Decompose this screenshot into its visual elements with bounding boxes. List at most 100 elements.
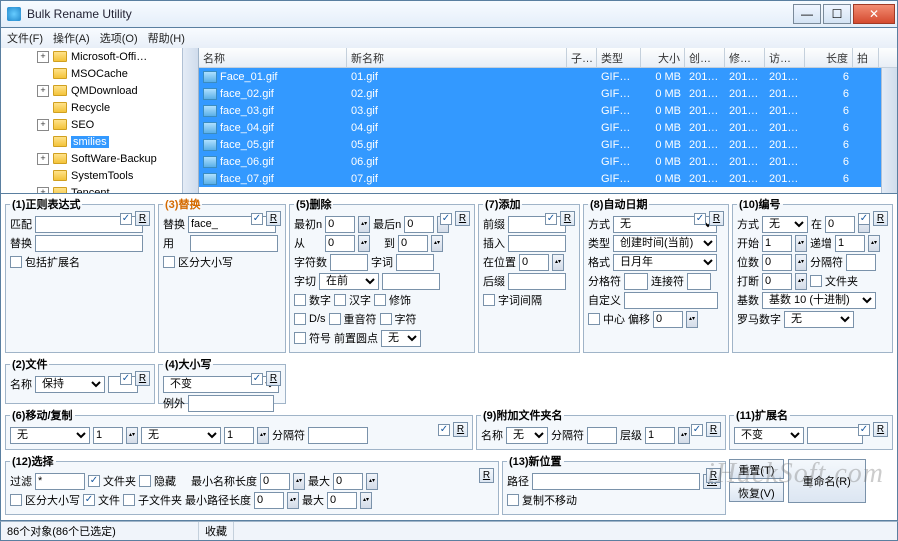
tree-item[interactable]: +SEO — [1, 116, 198, 133]
spin-icon[interactable]: ▴▾ — [293, 473, 305, 490]
replace-with-input[interactable] — [190, 235, 278, 252]
regex-incext-check[interactable] — [10, 256, 22, 268]
close-button[interactable]: ✕ — [853, 4, 895, 24]
spin-icon[interactable]: ▴▾ — [795, 235, 807, 252]
panel-remove-enable[interactable] — [440, 213, 452, 225]
spin-icon[interactable]: ▴▾ — [795, 273, 807, 290]
num-incr[interactable] — [835, 235, 865, 252]
panel-autodate-reset[interactable]: R — [709, 211, 724, 226]
spin-icon[interactable]: ▴▾ — [257, 427, 269, 444]
remove-crop[interactable]: 在前 — [319, 273, 379, 290]
add-suffix[interactable] — [508, 273, 566, 290]
remove-words[interactable] — [396, 254, 434, 271]
panel-remove-reset[interactable]: R — [455, 211, 470, 226]
panel-numbering-reset[interactable]: R — [873, 211, 888, 226]
panel-numbering-enable[interactable] — [858, 213, 870, 225]
tree-item[interactable]: SystemTools — [1, 167, 198, 184]
remove-chars[interactable] — [330, 254, 368, 271]
col-accessed[interactable]: 访… — [765, 48, 805, 67]
autodate-sep[interactable] — [624, 273, 648, 290]
panel-autodate-enable[interactable] — [694, 213, 706, 225]
autodate-offset[interactable] — [653, 311, 683, 328]
menu-file[interactable]: 文件(F) — [7, 30, 43, 46]
expand-icon[interactable]: + — [37, 85, 49, 97]
spin-icon[interactable]: ▴▾ — [366, 473, 378, 490]
spin-icon[interactable]: ▴▾ — [358, 235, 370, 252]
tree-scrollbar[interactable] — [182, 48, 198, 193]
num-roman[interactable]: 无 — [784, 311, 854, 328]
file-row[interactable]: face_07.gif07.gifGIF…0 MB201…201…201…6 — [199, 170, 897, 187]
col-sub[interactable]: 子… — [567, 48, 597, 67]
movecopy-mode2[interactable]: 无 — [141, 427, 221, 444]
autodate-type[interactable]: 创建时间(当前) — [613, 235, 717, 252]
tree-item[interactable]: +SoftWare-Backup — [1, 150, 198, 167]
minimize-button[interactable]: — — [793, 4, 821, 24]
spin-icon[interactable]: ▴▾ — [686, 311, 698, 328]
panel-replace-enable[interactable] — [251, 213, 263, 225]
spin-icon[interactable]: ▴▾ — [358, 216, 370, 233]
spin-icon[interactable]: ▴▾ — [126, 427, 138, 444]
spin-icon[interactable]: ▴▾ — [795, 254, 807, 271]
autodate-custom[interactable] — [624, 292, 718, 309]
tree-item[interactable]: +Microsoft-Offi… — [1, 48, 198, 65]
file-row[interactable]: face_04.gif04.gifGIF…0 MB201…201…201…6 — [199, 119, 897, 136]
appendfolder-levels[interactable] — [645, 427, 675, 444]
num-break[interactable] — [762, 273, 792, 290]
file-row[interactable]: Face_01.gif01.gifGIF…0 MB201…201…201…6 — [199, 68, 897, 85]
spin-icon[interactable]: ▴▾ — [868, 235, 880, 252]
file-row[interactable]: face_05.gif05.gifGIF…0 MB201…201…201…6 — [199, 136, 897, 153]
spin-icon[interactable]: ▴▾ — [552, 254, 564, 271]
regex-replace-input[interactable] — [35, 235, 143, 252]
col-size[interactable]: 大小 — [641, 48, 685, 67]
file-list-scrollbar[interactable] — [881, 68, 897, 193]
file-row[interactable]: face_06.gif06.gifGIF…0 MB201…201…201…6 — [199, 153, 897, 170]
tree-item[interactable]: MSOCache — [1, 65, 198, 82]
tree-item[interactable]: Recycle — [1, 99, 198, 116]
col-created[interactable]: 创… — [685, 48, 725, 67]
rename-button[interactable]: 重命名(R) — [788, 459, 866, 503]
extension-mode[interactable]: 不变 — [734, 427, 804, 444]
expand-icon[interactable]: + — [37, 187, 49, 194]
expand-icon[interactable]: + — [37, 119, 49, 131]
spin-icon[interactable]: ▴▾ — [431, 235, 443, 252]
num-start[interactable] — [762, 235, 792, 252]
sel-maxpath[interactable] — [327, 492, 357, 509]
movecopy-n2[interactable] — [224, 427, 254, 444]
tree-item[interactable]: smilies — [1, 133, 198, 150]
movecopy-sep[interactable] — [308, 427, 368, 444]
remove-to[interactable] — [398, 235, 428, 252]
num-pad[interactable] — [762, 254, 792, 271]
movecopy-mode1[interactable]: 无 — [10, 427, 90, 444]
extension-text[interactable] — [807, 427, 863, 444]
autodate-fmt[interactable]: 日月年 — [613, 254, 717, 271]
replace-case-check[interactable] — [163, 256, 175, 268]
menu-options[interactable]: 选项(O) — [100, 30, 138, 46]
menu-help[interactable]: 帮助(H) — [148, 30, 185, 46]
add-insert[interactable] — [508, 235, 566, 252]
panel-replace-reset[interactable]: R — [266, 211, 281, 226]
file-row[interactable]: face_02.gif02.gifGIF…0 MB201…201…201…6 — [199, 85, 897, 102]
panel-add-reset[interactable]: R — [560, 211, 575, 226]
file-list[interactable]: 名称 新名称 子… 类型 大小 创… 修… 访… 长度 拍 Face_01.gi… — [199, 48, 897, 193]
file-list-header[interactable]: 名称 新名称 子… 类型 大小 创… 修… 访… 长度 拍 — [199, 48, 897, 68]
remove-from[interactable] — [325, 235, 355, 252]
autodate-seg[interactable] — [687, 273, 711, 290]
sel-minlen[interactable] — [260, 473, 290, 490]
file-name[interactable]: 保持 — [35, 376, 105, 393]
add-atpos[interactable] — [519, 254, 549, 271]
num-mode[interactable]: 无 — [762, 216, 808, 233]
panel-regex-enable[interactable] — [120, 213, 132, 225]
num-at[interactable] — [825, 216, 855, 233]
tree-item[interactable]: +QMDownload — [1, 82, 198, 99]
panel-add-enable[interactable] — [545, 213, 557, 225]
newloc-path[interactable] — [532, 473, 700, 490]
col-name[interactable]: 名称 — [199, 48, 347, 67]
sel-maxlen[interactable] — [333, 473, 363, 490]
remove-lastn[interactable] — [404, 216, 434, 233]
maximize-button[interactable]: ☐ — [823, 4, 851, 24]
file-row[interactable]: face_03.gif03.gifGIF…0 MB201…201…201…6 — [199, 102, 897, 119]
appendfolder-sep[interactable] — [587, 427, 617, 444]
col-modified[interactable]: 修… — [725, 48, 765, 67]
sel-minpath[interactable] — [254, 492, 284, 509]
spin-icon[interactable]: ▴▾ — [678, 427, 690, 444]
